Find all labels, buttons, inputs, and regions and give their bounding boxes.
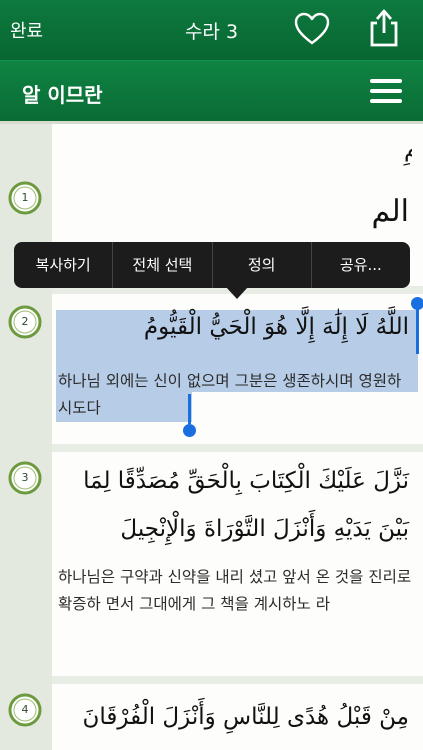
verse-number-label: 4 xyxy=(21,703,29,716)
verse-number-label: 2 xyxy=(21,315,29,328)
bismillah-calligraphy: بِسْمِ اللَّهِ الرَّحْمَنِ الرَّحِيمِ xyxy=(403,127,412,167)
text-context-menu: 복사하기 전체 선택 정의 공유... xyxy=(14,242,410,288)
verse-number-label: 3 xyxy=(21,471,29,484)
verse-number-4: 4 xyxy=(7,692,43,728)
verse-list[interactable]: بِسْمِ اللَّهِ الرَّحْمَنِ الرَّحِيمِ 1 … xyxy=(0,124,423,750)
selection-end-handle[interactable] xyxy=(183,424,196,437)
verse-arabic: الم xyxy=(371,194,409,229)
selection-start-caret xyxy=(416,306,419,354)
heart-icon[interactable] xyxy=(294,12,330,46)
selection-end-caret xyxy=(188,394,191,424)
share-menu-item[interactable]: 공유... xyxy=(312,242,410,288)
verse-translation: 하나님 외에는 신이 없으며 그분은 생존하시며 영원하시도다 xyxy=(58,372,402,417)
context-menu-pointer xyxy=(226,287,248,299)
verse-number-1: 1 xyxy=(7,180,43,216)
verse-number-2: 2 xyxy=(7,304,43,340)
navigation-bar: 완료 수라 3 xyxy=(0,0,423,60)
page-title: 수라 3 xyxy=(184,21,239,43)
verse-arabic: مِنْ قَبْلُ هُدًى لِلنَّاسِ وَأَنْزَلَ ا… xyxy=(82,704,409,730)
copy-menu-item[interactable]: 복사하기 xyxy=(14,242,114,288)
verse-arabic: اللَّهُ لَا إِلَٰهَ إِلَّا هُوَ الْحَيُّ… xyxy=(143,314,409,340)
hamburger-menu-icon[interactable] xyxy=(370,79,402,105)
define-menu-item[interactable]: 정의 xyxy=(213,242,312,288)
verse-number-label: 1 xyxy=(21,191,29,204)
share-icon[interactable] xyxy=(368,9,400,47)
svg-text:بِسْمِ اللَّهِ الرَّحْمَنِ الر: بِسْمِ اللَّهِ الرَّحْمَنِ الرَّحِيمِ xyxy=(403,127,412,167)
select-all-menu-item[interactable]: 전체 선택 xyxy=(113,242,213,288)
verse-arabic-line: نَزَّلَ عَلَيْكَ الْكِتَابَ بِالْحَقِّ م… xyxy=(83,468,409,494)
verse-arabic-line: بَيْنَ يَدَيْهِ وَأَنْزَلَ التَّوْرَاةَ … xyxy=(120,516,409,542)
verse-translation: 하나님은 구약과 신약을 내리 셨고 앞서 온 것을 진리로 확증하 면서 그대… xyxy=(58,568,412,613)
verse-number-3: 3 xyxy=(7,460,43,496)
surah-name: 알 이므란 xyxy=(22,83,103,107)
verse-number-gutter xyxy=(0,124,52,750)
surah-header: 알 이므란 xyxy=(0,60,423,124)
